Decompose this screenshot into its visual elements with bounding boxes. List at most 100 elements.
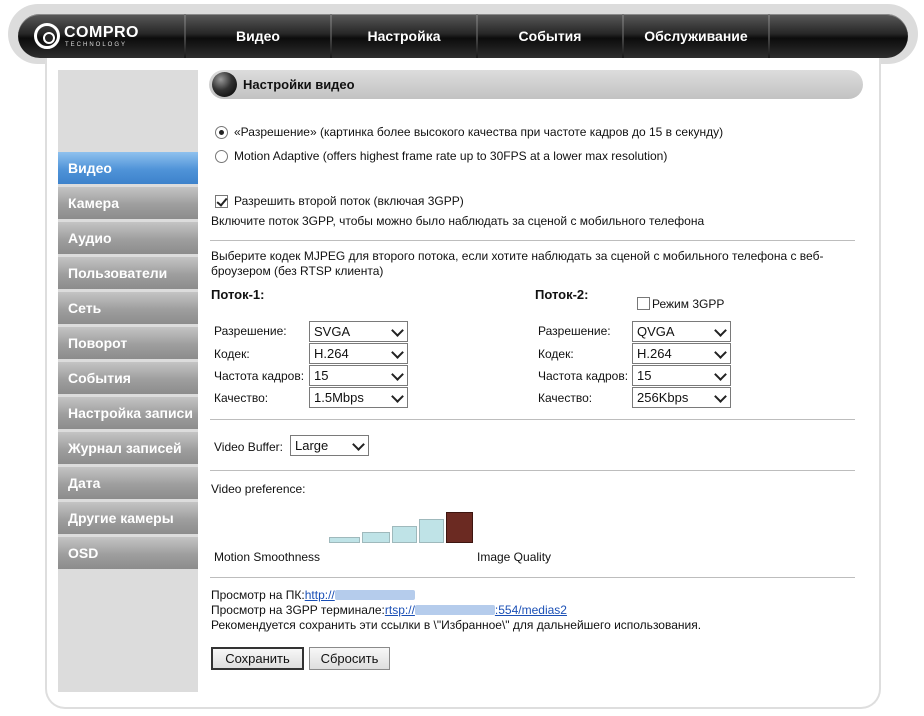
stream1-fps-label: Частота кадров: bbox=[214, 369, 305, 383]
sidebar-item-audio[interactable]: Аудио bbox=[58, 222, 198, 254]
stream2-resolution-value: QVGA bbox=[637, 324, 675, 339]
stream1-codec-select[interactable]: H.264 bbox=[309, 343, 408, 364]
reset-button[interactable]: Сбросить bbox=[309, 647, 390, 670]
stream2-codec-select[interactable]: H.264 bbox=[632, 343, 731, 364]
chevron-down-icon bbox=[391, 390, 404, 403]
pc-view-link[interactable]: http:// bbox=[305, 588, 415, 602]
chevron-down-icon bbox=[714, 324, 727, 337]
sidebar-item-osd[interactable]: OSD bbox=[58, 537, 198, 569]
logo-brand-text: COMPRO bbox=[64, 24, 139, 41]
divider bbox=[210, 577, 855, 578]
sidebar-item-events[interactable]: События bbox=[58, 362, 198, 394]
second-stream-note: Включите поток 3GPP, чтобы можно было на… bbox=[211, 214, 705, 228]
chevron-down-icon bbox=[391, 324, 404, 337]
stream1-quality-select[interactable]: 1.5Mbps bbox=[309, 387, 408, 408]
redacted-address bbox=[414, 605, 495, 615]
sidebar-item-date[interactable]: Дата bbox=[58, 467, 198, 499]
chevron-down-icon bbox=[391, 368, 404, 381]
stream2-fps-select[interactable]: 15 bbox=[632, 365, 731, 386]
stream1-codec-label: Кодек: bbox=[214, 347, 250, 361]
links-save-note: Рекомендуется сохранить эти ссылки в \"И… bbox=[211, 618, 702, 632]
motion-smoothness-label: Motion Smoothness bbox=[214, 550, 321, 564]
chevron-down-icon bbox=[714, 346, 727, 359]
title-ball-icon bbox=[212, 72, 237, 97]
stream1-fps-select[interactable]: 15 bbox=[309, 365, 408, 386]
mode-motion-adaptive-radio[interactable] bbox=[215, 150, 228, 163]
nav-tab-events[interactable]: События bbox=[478, 14, 622, 58]
chevron-down-icon bbox=[352, 438, 365, 451]
compro-logo: COMPRO TECHNOLOGY bbox=[34, 20, 154, 52]
stream2-resolution-label: Разрешение: bbox=[538, 324, 611, 338]
preference-level-3[interactable] bbox=[392, 526, 417, 543]
stream1-resolution-label: Разрешение: bbox=[214, 324, 287, 338]
page-title: Настройки видео bbox=[243, 77, 355, 92]
video-preference-label: Video preference: bbox=[211, 482, 306, 496]
stream2-resolution-select[interactable]: QVGA bbox=[632, 321, 731, 342]
video-buffer-value: Large bbox=[295, 438, 329, 453]
stream2-heading: Поток-2: bbox=[535, 287, 589, 302]
mode-resolution-label: «Разрешение» (картинка более высокого ка… bbox=[234, 125, 724, 139]
stream1-resolution-select[interactable]: SVGA bbox=[309, 321, 408, 342]
divider bbox=[210, 470, 855, 471]
gpp-link-suffix: :554/medias2 bbox=[494, 603, 567, 617]
pc-view-row: Просмотр на ПК:http:// bbox=[211, 588, 415, 602]
stream2-codec-value: H.264 bbox=[637, 346, 672, 361]
preference-level-4[interactable] bbox=[419, 519, 444, 543]
mode-resolution-radio[interactable] bbox=[215, 126, 228, 139]
sidebar-item-pan-tilt[interactable]: Поворот bbox=[58, 327, 198, 359]
mjpeg-note-line2: броузером (без RTSP клиента) bbox=[211, 264, 384, 278]
sidebar-item-record-settings[interactable]: Настройка записи bbox=[58, 397, 198, 429]
top-navigation-bar: COMPRO TECHNOLOGY Видео Настройка Событи… bbox=[18, 14, 908, 58]
stream2-quality-select[interactable]: 256Kbps bbox=[632, 387, 731, 408]
mjpeg-note-line1: Выберите кодек MJPEG для второго потока,… bbox=[211, 249, 824, 263]
stream1-quality-value: 1.5Mbps bbox=[314, 390, 364, 405]
mode-3gpp-label: Режим 3GPP bbox=[652, 297, 725, 311]
stream1-quality-label: Качество: bbox=[214, 391, 269, 405]
pc-view-label: Просмотр на ПК: bbox=[211, 588, 305, 602]
stream2-fps-value: 15 bbox=[637, 368, 652, 383]
nav-tab-maintenance[interactable]: Обслуживание bbox=[624, 14, 768, 58]
sidebar: Видео Камера Аудио Пользователи Сеть Пов… bbox=[58, 70, 198, 692]
gpp-view-link[interactable]: rtsp:// :554/medias2 bbox=[385, 603, 567, 617]
sidebar-item-video[interactable]: Видео bbox=[58, 152, 198, 184]
stream1-fps-value: 15 bbox=[314, 368, 329, 383]
preference-level-2[interactable] bbox=[362, 532, 390, 543]
logo-subtitle-text: TECHNOLOGY bbox=[65, 42, 128, 48]
sidebar-item-other-cameras[interactable]: Другие камеры bbox=[58, 502, 198, 534]
nav-tab-video[interactable]: Видео bbox=[186, 14, 330, 58]
mode-motion-adaptive-label: Motion Adaptive (offers highest frame ra… bbox=[234, 149, 668, 163]
stream2-fps-label: Частота кадров: bbox=[538, 369, 629, 383]
stream2-quality-label: Качество: bbox=[538, 391, 593, 405]
image-quality-label: Image Quality bbox=[477, 550, 552, 564]
mode-3gpp-checkbox[interactable] bbox=[637, 297, 650, 310]
chevron-down-icon bbox=[391, 346, 404, 359]
save-button[interactable]: Сохранить bbox=[211, 647, 304, 670]
preference-level-1[interactable] bbox=[329, 537, 360, 543]
stream2-codec-label: Кодек: bbox=[538, 347, 574, 361]
gpp-link-prefix: rtsp:// bbox=[384, 603, 415, 617]
second-stream-label: Разрешить второй поток (включая 3GPP) bbox=[234, 194, 464, 208]
redacted-address bbox=[334, 590, 415, 600]
nav-separator bbox=[768, 14, 770, 58]
divider bbox=[210, 419, 855, 420]
gpp-view-row: Просмотр на 3GPP терминале:rtsp://:554/m… bbox=[211, 603, 567, 617]
chevron-down-icon bbox=[714, 368, 727, 381]
sidebar-item-record-log[interactable]: Журнал записей bbox=[58, 432, 198, 464]
video-buffer-select[interactable]: Large bbox=[290, 435, 369, 456]
nav-tab-settings[interactable]: Настройка bbox=[332, 14, 476, 58]
logo-ring-icon bbox=[34, 23, 60, 49]
stream2-quality-value: 256Kbps bbox=[637, 390, 689, 405]
sidebar-item-camera[interactable]: Камера bbox=[58, 187, 198, 219]
video-preference-slider[interactable] bbox=[329, 512, 475, 543]
divider bbox=[210, 240, 855, 241]
chevron-down-icon bbox=[714, 390, 727, 403]
second-stream-checkbox[interactable] bbox=[215, 195, 228, 208]
stream1-resolution-value: SVGA bbox=[314, 324, 351, 339]
preference-level-5[interactable] bbox=[446, 512, 473, 543]
stream1-heading: Поток-1: bbox=[211, 287, 265, 302]
sidebar-item-users[interactable]: Пользователи bbox=[58, 257, 198, 289]
pc-link-prefix: http:// bbox=[304, 588, 335, 602]
sidebar-item-network[interactable]: Сеть bbox=[58, 292, 198, 324]
stream1-codec-value: H.264 bbox=[314, 346, 349, 361]
video-buffer-label: Video Buffer: bbox=[214, 440, 283, 454]
